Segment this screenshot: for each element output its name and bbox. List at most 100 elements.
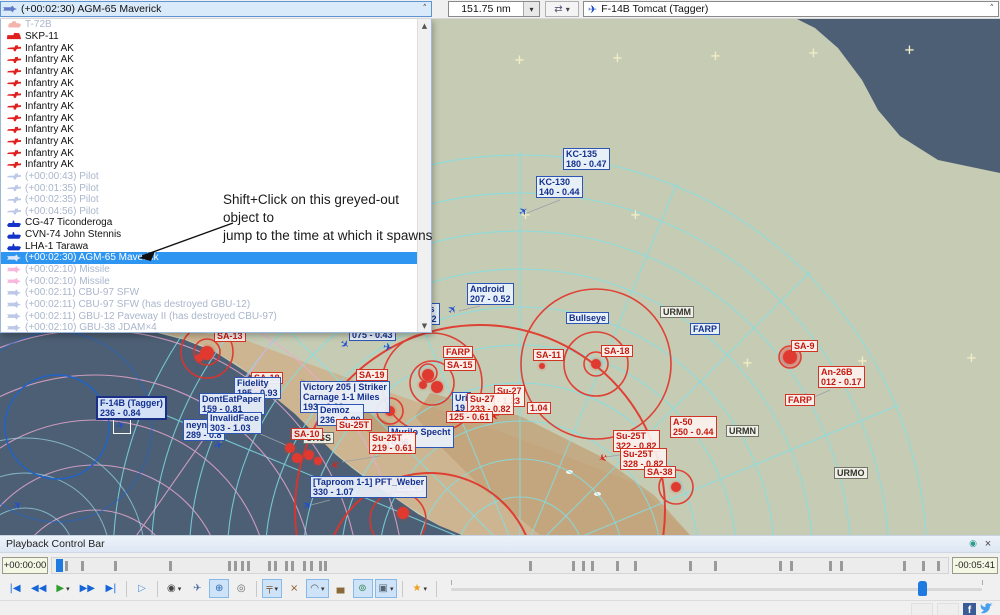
- list-scrollbar[interactable]: ▲ ▼: [417, 19, 431, 332]
- ground-units-button[interactable]: ▄: [331, 579, 351, 598]
- aircraft-icon[interactable]: ✈: [382, 340, 393, 354]
- tracked-object-combobox[interactable]: ✈ F-14B Tomcat (Tagger) ˄: [583, 1, 999, 17]
- aircraft-view-button[interactable]: ✈: [187, 579, 207, 598]
- ground-unit-dot[interactable]: [397, 507, 409, 519]
- object-list-item[interactable]: Infantry AK: [1, 124, 418, 136]
- object-list-item[interactable]: (+00:02:30) AGM-65 Maverick: [1, 252, 418, 264]
- object-list-item[interactable]: Infantry AK: [1, 136, 418, 148]
- scroll-up-icon[interactable]: ▲: [418, 19, 431, 32]
- object-select-combobox[interactable]: (+00:02:30) AGM-65 Maverick ˄: [0, 1, 432, 17]
- map-unit-label[interactable]: 1.04: [527, 402, 551, 414]
- ground-unit-dot[interactable]: [285, 443, 295, 453]
- ground-unit-dot[interactable]: [304, 450, 314, 460]
- object-list-item[interactable]: Infantry AK: [1, 147, 418, 159]
- object-list-item[interactable]: Infantry AK: [1, 112, 418, 124]
- object-list-item[interactable]: T-72B: [1, 19, 418, 31]
- map-unit-label[interactable]: SA-10: [291, 428, 323, 440]
- twitter-icon[interactable]: [980, 602, 994, 615]
- map-unit-label[interactable]: SA-15: [444, 359, 476, 371]
- ground-unit-dot[interactable]: [539, 363, 545, 369]
- ground-unit-dot[interactable]: [292, 453, 302, 463]
- measure-tool-button[interactable]: ×: [284, 579, 304, 598]
- telemetry-panel-button[interactable]: ╤ ▾: [262, 579, 283, 598]
- pin-icon[interactable]: ◉: [966, 539, 980, 549]
- play-button[interactable]: ▶ ▾: [52, 579, 73, 598]
- cockpit-camera-button[interactable]: ◉ ▾: [163, 579, 185, 598]
- slider-thumb[interactable]: [918, 581, 928, 596]
- object-list-item[interactable]: Infantry AK: [1, 159, 418, 171]
- map-unit-label[interactable]: URMN: [726, 425, 759, 437]
- slider-track[interactable]: [450, 588, 982, 591]
- binoculars-button[interactable]: ◎: [231, 579, 251, 598]
- ground-unit-dot[interactable]: [671, 482, 681, 492]
- object-list-item[interactable]: SKP-11: [1, 31, 418, 43]
- ground-unit-dot[interactable]: [591, 359, 601, 369]
- ground-unit-dot[interactable]: [314, 457, 322, 465]
- globe-view-button[interactable]: ⊕: [209, 579, 230, 598]
- ground-unit-dot[interactable]: [422, 369, 434, 381]
- event-tick: [80, 560, 84, 571]
- map-unit-label[interactable]: A-50 250 - 0.44: [670, 416, 717, 438]
- map-unit-label[interactable]: SA-19: [356, 369, 388, 381]
- ground-unit-dot[interactable]: [419, 381, 427, 389]
- map-unit-label[interactable]: InvalidFace 303 - 1.03: [207, 412, 263, 434]
- map-unit-label[interactable]: 125 - 0.61: [446, 411, 493, 423]
- bookmark-button[interactable]: ★ ▾: [408, 579, 430, 598]
- playback-title-bar[interactable]: Playback Control Bar ◉ ×: [0, 536, 1000, 553]
- map-unit-label[interactable]: SA-18: [601, 345, 633, 357]
- object-list-item[interactable]: (+00:02:11) GBU-12 Paveway II (has destr…: [1, 310, 418, 322]
- map-unit-label[interactable]: KC-130 140 - 0.44: [536, 176, 583, 198]
- step-forward-button[interactable]: ▷: [132, 579, 152, 598]
- map-unit-label[interactable]: Su-25T 219 - 0.61: [369, 432, 416, 454]
- video-export-button[interactable]: ▣ ▾: [374, 579, 398, 598]
- object-list-item[interactable]: (+00:02:11) CBU-97 SFW (has destroyed GB…: [1, 299, 418, 311]
- ground-unit-dot[interactable]: [195, 354, 203, 362]
- rewind-button[interactable]: ◀◀: [27, 579, 50, 598]
- map-unit-label[interactable]: FARP: [690, 323, 721, 335]
- object-list-item[interactable]: Infantry AK: [1, 89, 418, 101]
- ground-unit-dot[interactable]: [431, 381, 443, 393]
- facebook-icon[interactable]: f: [963, 602, 976, 615]
- object-list-item[interactable]: (+00:02:10) GBU-38 JDAM×4: [1, 322, 418, 332]
- map-unit-label[interactable]: FARP: [785, 394, 816, 406]
- fast-forward-button[interactable]: ▶▶: [76, 579, 99, 598]
- ground-unit-dot[interactable]: [783, 350, 797, 364]
- map-unit-label[interactable]: URMM: [660, 306, 694, 318]
- map-unit-label[interactable]: KC-135 180 - 0.47: [563, 148, 610, 170]
- swap-selection-button[interactable]: ⇄ ▾: [545, 1, 579, 17]
- map-unit-label[interactable]: URMO: [834, 467, 868, 479]
- map-unit-label[interactable]: [Taproom 1-1] PFT_Weber 330 - 1.07: [310, 476, 428, 498]
- object-list-item[interactable]: Infantry AK: [1, 66, 418, 78]
- map-unit-label[interactable]: FARP: [443, 346, 474, 358]
- panel-grip: [937, 602, 959, 615]
- object-list-item[interactable]: (+00:02:11) CBU-97 SFW: [1, 287, 418, 299]
- satellite-view-button[interactable]: ⊚: [352, 579, 373, 598]
- object-list-item[interactable]: (+00:02:10) Missile: [1, 275, 418, 287]
- range-combobox[interactable]: 151.75 nm ▾: [448, 1, 540, 17]
- object-list-item[interactable]: (+00:00:43) Pilot: [1, 171, 418, 183]
- close-icon[interactable]: ×: [980, 538, 996, 550]
- map-unit-label[interactable]: Bullseye: [566, 312, 610, 324]
- object-list-item[interactable]: (+00:02:10) Missile: [1, 264, 418, 276]
- map-unit-label[interactable]: SA-38: [644, 466, 676, 478]
- object-list-item[interactable]: Infantry AK: [1, 42, 418, 54]
- jump-to-end-button[interactable]: ▶|: [101, 579, 121, 598]
- chevron-down-icon[interactable]: ▾: [523, 2, 539, 16]
- object-list-item[interactable]: Infantry AK: [1, 54, 418, 66]
- map-unit-label[interactable]: SA-9: [791, 340, 818, 352]
- map-unit-label[interactable]: An-26B 012 - 0.17: [818, 366, 865, 388]
- map-unit-label[interactable]: Su-25T: [336, 419, 373, 431]
- object-list-item[interactable]: Infantry AK: [1, 101, 418, 113]
- map-unit-label[interactable]: Android 207 - 0.52: [467, 283, 514, 305]
- map-unit-label[interactable]: F-14B (Tagger) 236 - 0.84: [96, 396, 167, 420]
- timeline-cursor[interactable]: [56, 558, 64, 572]
- map-unit-label[interactable]: SA-11: [533, 349, 565, 361]
- radar-view-button[interactable]: ◠ ▾: [306, 579, 329, 598]
- event-tick: [571, 560, 575, 571]
- speed-slider[interactable]: [450, 579, 983, 598]
- timeline-track[interactable]: [51, 556, 949, 574]
- object-list-item[interactable]: Infantry AK: [1, 77, 418, 89]
- jump-to-start-button[interactable]: |◀: [5, 579, 25, 598]
- scroll-down-icon[interactable]: ▼: [418, 319, 431, 332]
- event-tick: [840, 560, 844, 571]
